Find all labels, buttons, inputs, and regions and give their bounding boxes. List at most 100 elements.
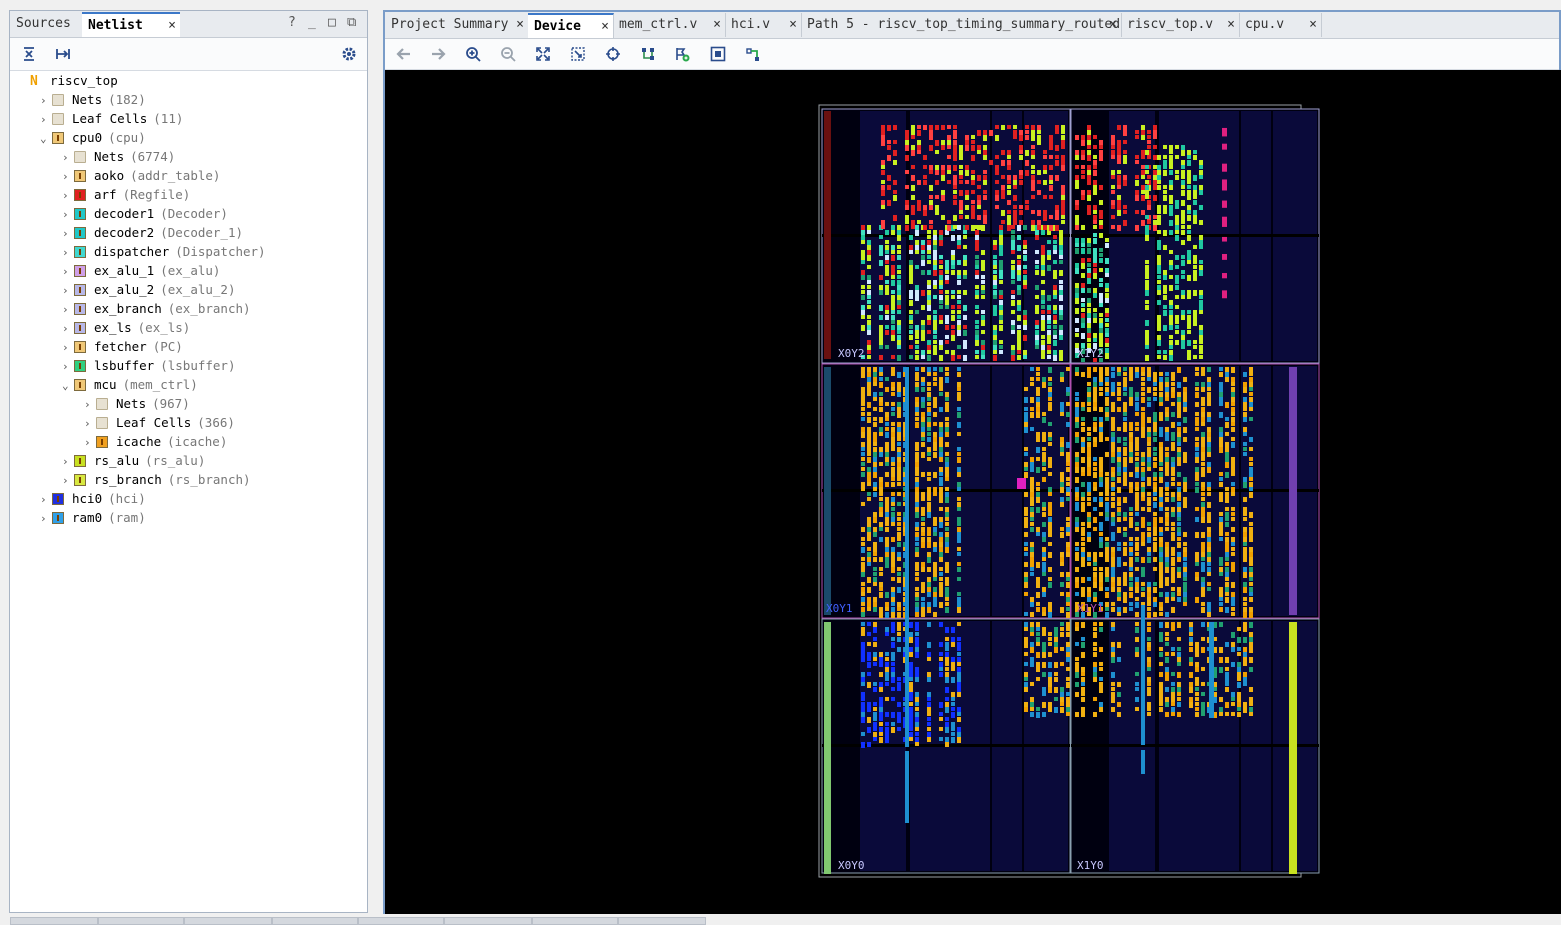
tab-sources[interactable]: Sources: [10, 12, 88, 36]
placed-cell: [1023, 240, 1027, 245]
tree-node-nets[interactable]: › Nets (6774): [62, 147, 175, 166]
forward-arrow-icon[interactable]: [429, 45, 447, 63]
zoom-out-icon[interactable]: [499, 45, 517, 63]
tab-path-5-riscv-top-timing-summary-routed[interactable]: Path 5 - riscv_top_timing_summary_routed…: [801, 13, 1122, 37]
help-icon[interactable]: ?: [288, 15, 296, 30]
chevron-right-icon[interactable]: ›: [62, 262, 74, 281]
tree-node-riscv-top[interactable]: Nriscv_top: [18, 71, 118, 90]
tree-node-icache[interactable]: › icache (icache): [84, 432, 227, 451]
chevron-right-icon[interactable]: ›: [62, 338, 74, 357]
tab-project-summary[interactable]: Project Summary ×: [385, 13, 529, 37]
device-canvas[interactable]: X0Y2 X1Y2 X0Y1 X1Y1 X0Y0 X1Y0: [385, 70, 1561, 914]
chevron-right-icon[interactable]: ›: [62, 205, 74, 224]
tree-node-nets[interactable]: › Nets (182): [40, 90, 146, 109]
close-icon[interactable]: ×: [1227, 13, 1235, 37]
float-icon[interactable]: ⧉: [347, 15, 356, 30]
crosshair-icon[interactable]: [604, 45, 622, 63]
routing-resources-icon[interactable]: [744, 45, 762, 63]
tab-mem-ctrl-v[interactable]: mem_ctrl.v ×: [613, 13, 726, 37]
placed-cell: [1195, 557, 1199, 562]
placed-cell: [1181, 290, 1185, 295]
chevron-right-icon[interactable]: ›: [84, 433, 96, 452]
close-icon[interactable]: ×: [168, 14, 176, 38]
tree-node-arf[interactable]: › arf (Regfile): [62, 185, 190, 204]
tree-node-nets[interactable]: › Nets (967): [84, 394, 190, 413]
close-icon[interactable]: ×: [516, 13, 524, 37]
close-icon[interactable]: ×: [713, 13, 721, 37]
placed-cell: [1195, 477, 1199, 481]
close-icon[interactable]: ×: [789, 13, 797, 37]
tab-riscv-top-v[interactable]: riscv_top.v ×: [1121, 13, 1240, 37]
chevron-down-icon[interactable]: ⌄: [62, 376, 74, 395]
chevron-right-icon[interactable]: ›: [62, 148, 74, 167]
tree-node-lsbuffer[interactable]: › lsbuffer (lsbuffer): [62, 356, 235, 375]
minimize-icon[interactable]: _: [308, 15, 316, 30]
placed-cell: [1053, 355, 1057, 361]
device-view[interactable]: X0Y2 X1Y2X0Y1 X1Y1X0Y0 X1Y0: [385, 70, 1561, 914]
gear-icon[interactable]: [340, 45, 358, 63]
placed-cell: [1129, 512, 1133, 516]
chevron-right-icon[interactable]: ›: [62, 186, 74, 205]
chevron-right-icon[interactable]: ›: [62, 224, 74, 243]
collapse-all-icon[interactable]: [20, 45, 38, 63]
zoom-fit-icon[interactable]: [534, 45, 552, 63]
route-nets-icon[interactable]: [639, 45, 657, 63]
close-icon[interactable]: ×: [1309, 13, 1317, 37]
tree-node-ex-alu-1[interactable]: › ex_alu_1 (ex_alu): [62, 261, 220, 280]
tree-node-leaf-cells[interactable]: › Leaf Cells (11): [40, 109, 183, 128]
placed-cell: [1135, 160, 1139, 164]
chevron-right-icon[interactable]: ›: [62, 452, 74, 471]
zoom-selection-icon[interactable]: [569, 45, 587, 63]
chevron-right-icon[interactable]: ›: [40, 110, 52, 129]
chevron-right-icon[interactable]: ›: [62, 357, 74, 376]
placed-cell: [1013, 205, 1017, 209]
tab-cpu-v[interactable]: cpu.v ×: [1239, 13, 1322, 37]
placed-cell: [1147, 602, 1151, 606]
chevron-right-icon[interactable]: ›: [62, 243, 74, 262]
zoom-in-icon[interactable]: [464, 45, 482, 63]
close-icon[interactable]: ×: [1109, 13, 1117, 37]
add-marker-icon[interactable]: [673, 45, 691, 63]
expand-all-icon[interactable]: [54, 45, 72, 63]
placed-cell: [881, 180, 885, 184]
tree-node-ex-ls[interactable]: › ex_ls (ex_ls): [62, 318, 190, 337]
tree-node-decoder1[interactable]: › decoder1 (Decoder): [62, 204, 228, 223]
close-icon[interactable]: ×: [601, 15, 609, 39]
tree-node-ram0[interactable]: › ram0 (ram): [40, 508, 146, 527]
maximize-icon[interactable]: □: [328, 15, 336, 30]
placed-cell: [891, 577, 895, 581]
tree-node-ex-branch[interactable]: › ex_branch (ex_branch): [62, 299, 251, 318]
placed-cell: [939, 472, 943, 476]
placed-cell: [867, 727, 871, 733]
tree-node-dispatcher[interactable]: › dispatcher (Dispatcher): [62, 242, 266, 261]
chevron-right-icon[interactable]: ›: [62, 281, 74, 300]
tab-netlist[interactable]: Netlist ×: [82, 12, 180, 37]
placed-cell: [945, 377, 949, 383]
chevron-right-icon[interactable]: ›: [40, 509, 52, 528]
chevron-right-icon[interactable]: ›: [84, 414, 96, 433]
tree-node-rs-branch[interactable]: › rs_branch (rs_branch): [62, 470, 251, 489]
chevron-right-icon[interactable]: ›: [40, 490, 52, 509]
tree-node-decoder2[interactable]: › decoder2 (Decoder_1): [62, 223, 243, 242]
back-arrow-icon[interactable]: [395, 45, 413, 63]
tree-node-mcu[interactable]: ⌄ mcu (mem_ctrl): [62, 375, 198, 394]
tab-hci-v[interactable]: hci.v ×: [725, 13, 802, 37]
tree-node-cpu0[interactable]: ⌄ cpu0 (cpu): [40, 128, 146, 147]
placed-cell: [1111, 627, 1115, 631]
tree-node-aoko[interactable]: › aoko (addr_table): [62, 166, 220, 185]
tree-node-hci0[interactable]: › hci0 (hci): [40, 489, 146, 508]
show-pblocks-icon[interactable]: [709, 45, 727, 63]
tree-node-rs-alu[interactable]: › rs_alu (rs_alu): [62, 451, 205, 470]
chevron-down-icon[interactable]: ⌄: [40, 129, 52, 148]
chevron-right-icon[interactable]: ›: [62, 167, 74, 186]
placed-cell: [885, 325, 889, 329]
chevron-right-icon[interactable]: ›: [62, 471, 74, 490]
tab-device[interactable]: Device ×: [528, 13, 614, 38]
chevron-right-icon[interactable]: ›: [40, 91, 52, 110]
chevron-right-icon[interactable]: ›: [84, 395, 96, 414]
tree-node-leaf-cells[interactable]: › Leaf Cells (366): [84, 413, 235, 432]
chevron-right-icon[interactable]: ›: [62, 300, 74, 319]
tree-node-fetcher[interactable]: › fetcher (PC): [62, 337, 183, 356]
chevron-right-icon[interactable]: ›: [62, 319, 74, 338]
tree-node-ex-alu-2[interactable]: › ex_alu_2 (ex_alu_2): [62, 280, 235, 299]
